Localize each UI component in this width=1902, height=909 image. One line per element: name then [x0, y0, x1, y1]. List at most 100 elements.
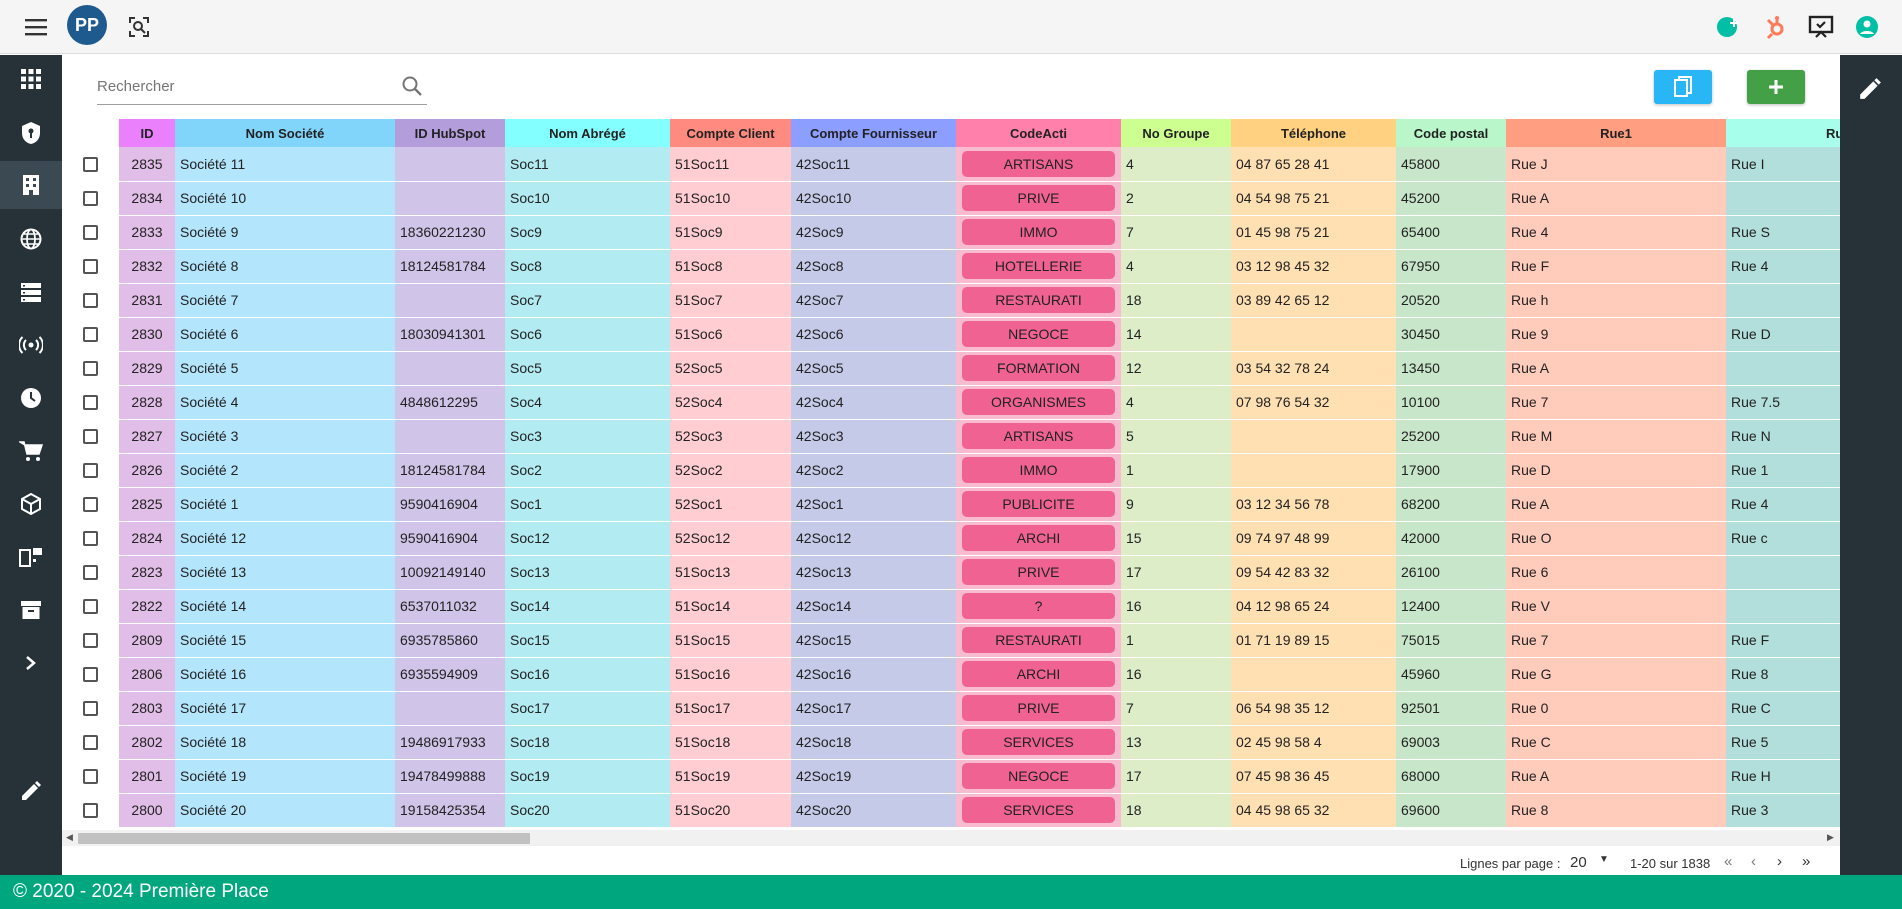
- row-checkbox[interactable]: [83, 429, 98, 445]
- cell-code-postal: 75015: [1396, 623, 1506, 658]
- nav-apps[interactable]: [0, 55, 62, 103]
- scrollbar-thumb[interactable]: [78, 833, 530, 844]
- app-logo[interactable]: PP: [67, 5, 107, 45]
- table-row[interactable]: 2833 Société 9 18360221230 Soc9 51Soc9 42Soc9…: [62, 215, 1840, 250]
- table-row[interactable]: 2800 Société 20 19158425354 Soc20 51Soc20 42S…: [62, 793, 1840, 828]
- edit-panel-button[interactable]: [1858, 77, 1882, 106]
- table-row[interactable]: 2828 Société 4 4848612295 Soc4 52Soc4 42Soc4 O…: [62, 385, 1840, 420]
- cell-no-groupe: 7: [1121, 215, 1231, 250]
- screen-search-icon[interactable]: [124, 12, 154, 42]
- copy-button[interactable]: [1654, 70, 1712, 104]
- column-header-rue2[interactable]: Ru: [1726, 119, 1840, 147]
- row-checkbox[interactable]: [83, 531, 98, 547]
- row-checkbox[interactable]: [83, 225, 98, 241]
- table-row[interactable]: 2832 Société 8 18124581784 Soc8 51Soc8 42Soc8…: [62, 249, 1840, 284]
- row-checkbox[interactable]: [83, 769, 98, 785]
- table-row[interactable]: 2823 Société 13 10092149140 Soc13 51Soc13 42S…: [62, 555, 1840, 590]
- nav-shop[interactable]: [0, 427, 62, 475]
- nav-history[interactable]: [0, 374, 62, 422]
- row-checkbox[interactable]: [83, 259, 98, 275]
- row-checkbox[interactable]: [83, 157, 98, 173]
- column-header-no-groupe[interactable]: No Groupe: [1121, 119, 1231, 147]
- row-checkbox[interactable]: [83, 497, 98, 513]
- nav-security[interactable]: [0, 109, 62, 157]
- presentation-icon[interactable]: [1806, 12, 1836, 42]
- table-row[interactable]: 2826 Société 2 18124581784 Soc2 52Soc2 42Soc2…: [62, 453, 1840, 488]
- row-checkbox[interactable]: [83, 293, 98, 309]
- row-select-cell: [62, 793, 119, 828]
- table-row[interactable]: 2827 Société 3 Soc3 52Soc3 42Soc3 ARTISANS 5 25…: [62, 419, 1840, 454]
- scroll-right-icon[interactable]: ▶: [1827, 832, 1834, 843]
- first-page-icon[interactable]: «: [1724, 853, 1732, 870]
- row-checkbox[interactable]: [83, 565, 98, 581]
- row-checkbox[interactable]: [83, 395, 98, 411]
- table-row[interactable]: 2806 Société 16 6935594909 Soc16 51Soc16 42So…: [62, 657, 1840, 692]
- cart-icon: [19, 441, 43, 461]
- table-row[interactable]: 2835 Société 11 Soc11 51Soc11 42Soc11 ARTISAN…: [62, 147, 1840, 182]
- search-input[interactable]: [97, 69, 387, 103]
- hubspot-icon[interactable]: [1760, 12, 1790, 42]
- row-checkbox[interactable]: [83, 191, 98, 207]
- nav-edit[interactable]: [0, 767, 62, 815]
- table-row[interactable]: 2822 Société 14 6537011032 Soc14 51Soc14 42So…: [62, 589, 1840, 624]
- row-checkbox[interactable]: [83, 599, 98, 615]
- table-row[interactable]: 2801 Société 19 19478499888 Soc19 51Soc19 42S…: [62, 759, 1840, 794]
- column-header-code-postal[interactable]: Code postal: [1396, 119, 1506, 147]
- nav-servers[interactable]: [0, 268, 62, 316]
- table-row[interactable]: 2829 Société 5 Soc5 52Soc5 42Soc5 FORMATION 12…: [62, 351, 1840, 386]
- column-header-nom-abrege[interactable]: Nom Abrégé: [505, 119, 670, 147]
- column-header-code-acti[interactable]: CodeActi: [956, 119, 1121, 147]
- dropdown-arrow-icon[interactable]: ▼: [1599, 854, 1609, 865]
- table-row[interactable]: 2834 Société 10 Soc10 51Soc10 42Soc10 PRIVE 2 0…: [62, 181, 1840, 216]
- cell-code-acti: FORMATION: [956, 351, 1121, 386]
- row-checkbox[interactable]: [83, 361, 98, 377]
- table-row[interactable]: 2809 Société 15 6935785860 Soc15 51Soc15 42So…: [62, 623, 1840, 658]
- row-checkbox[interactable]: [83, 701, 98, 717]
- row-checkbox[interactable]: [83, 633, 98, 649]
- scroll-left-icon[interactable]: ◀: [66, 832, 73, 843]
- nav-devices[interactable]: [0, 533, 62, 581]
- row-checkbox[interactable]: [83, 667, 98, 683]
- row-checkbox[interactable]: [83, 803, 98, 819]
- chat-add-icon[interactable]: [1713, 12, 1743, 42]
- last-page-icon[interactable]: »: [1802, 853, 1810, 870]
- column-header-nom-societe[interactable]: Nom Société: [175, 119, 395, 147]
- code-acti-badge: IMMO: [962, 219, 1115, 245]
- table-row[interactable]: 2825 Société 1 9590416904 Soc1 52Soc1 42Soc1 P…: [62, 487, 1840, 522]
- column-header-telephone[interactable]: Téléphone: [1231, 119, 1396, 147]
- row-select-cell: [62, 759, 119, 794]
- cell-id: 2800: [119, 793, 175, 828]
- menu-icon[interactable]: [21, 12, 51, 42]
- table-row[interactable]: 2831 Société 7 Soc7 51Soc7 42Soc7 RESTAURATI 1…: [62, 283, 1840, 318]
- column-header-compte-client[interactable]: Compte Client: [670, 119, 791, 147]
- account-icon[interactable]: [1852, 12, 1882, 42]
- row-checkbox[interactable]: [83, 735, 98, 751]
- nav-web[interactable]: [0, 215, 62, 263]
- table-row[interactable]: 2830 Société 6 18030941301 Soc6 51Soc6 42Soc6…: [62, 317, 1840, 352]
- rows-per-page-select[interactable]: 20: [1570, 854, 1587, 871]
- nav-expand[interactable]: [0, 639, 62, 687]
- nav-products[interactable]: [0, 480, 62, 528]
- row-checkbox[interactable]: [83, 327, 98, 343]
- cell-nom-abrege: Soc20: [505, 793, 670, 828]
- horizontal-scrollbar[interactable]: ◀ ▶: [62, 830, 1840, 846]
- table-row[interactable]: 2803 Société 17 Soc17 51Soc17 42Soc17 PRIVE 7 0…: [62, 691, 1840, 726]
- nav-broadcast[interactable]: [0, 321, 62, 369]
- column-header-id-hubspot[interactable]: ID HubSpot: [395, 119, 505, 147]
- column-header-rue1[interactable]: Rue1: [1506, 119, 1726, 147]
- row-checkbox[interactable]: [83, 463, 98, 479]
- table-row[interactable]: 2802 Société 18 19486917933 Soc18 51Soc18 42S…: [62, 725, 1840, 760]
- column-header-compte-fournisseur[interactable]: Compte Fournisseur: [791, 119, 956, 147]
- nav-archive[interactable]: [0, 586, 62, 634]
- column-header-id[interactable]: ID: [119, 119, 175, 147]
- add-button[interactable]: [1747, 70, 1805, 104]
- cell-compte-client: 51Soc10: [670, 181, 791, 216]
- cell-rue2: Rue 4: [1726, 487, 1840, 522]
- cell-compte-fournisseur: 42Soc10: [791, 181, 956, 216]
- search-icon[interactable]: [401, 75, 423, 102]
- next-page-icon[interactable]: ›: [1777, 853, 1782, 870]
- nav-companies[interactable]: [0, 161, 62, 209]
- table-row[interactable]: 2824 Société 12 9590416904 Soc12 52Soc12 42So…: [62, 521, 1840, 556]
- cell-no-groupe: 16: [1121, 589, 1231, 624]
- prev-page-icon[interactable]: ‹: [1751, 853, 1756, 870]
